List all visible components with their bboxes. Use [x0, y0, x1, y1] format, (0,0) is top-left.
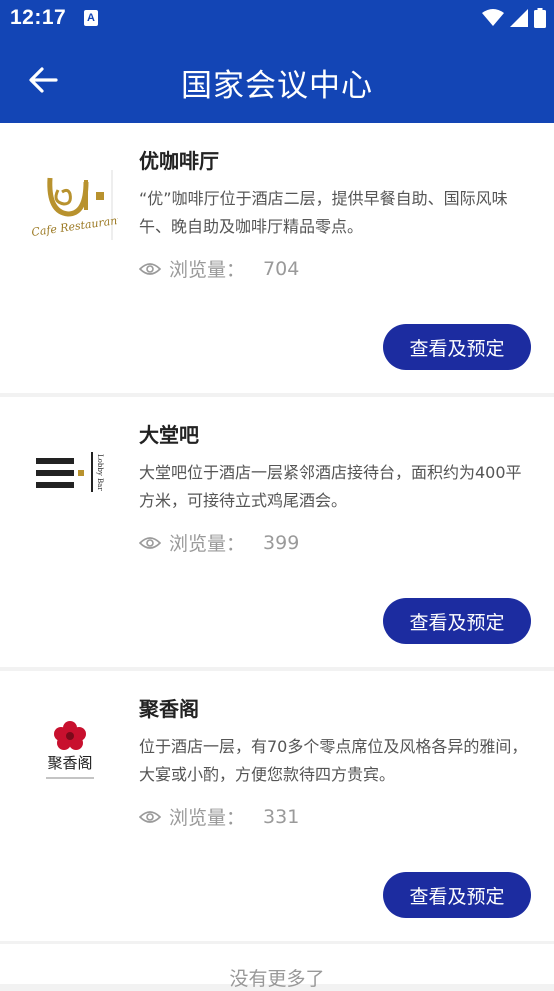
views-count: 331	[263, 805, 300, 828]
views-count: 399	[263, 531, 300, 554]
wifi-icon	[482, 9, 504, 26]
views-row: 浏览量： 331	[139, 803, 299, 830]
venue-card: Cafe Restaurant 优咖啡厅 “优”咖啡厅位于酒店二层，提供早餐自助…	[0, 123, 554, 393]
views-label: 浏览量：	[169, 259, 246, 281]
venue-title: 大堂吧	[139, 423, 199, 447]
app-bar: 国家会议中心	[0, 36, 554, 123]
view-and-book-button[interactable]: 查看及预定	[383, 598, 531, 644]
view-and-book-button[interactable]: 查看及预定	[383, 872, 531, 918]
status-bar: 12:17 A	[0, 0, 554, 36]
eye-icon	[139, 536, 161, 549]
views-row: 浏览量： 399	[139, 529, 299, 556]
a-notification-icon: A	[84, 10, 98, 26]
list-end-text: 没有更多了	[0, 944, 554, 990]
venue-title: 聚香阁	[139, 697, 199, 721]
eye-icon	[139, 810, 161, 823]
venue-description: 位于酒店一层，有70多个零点席位及风格各异的雅间，大宴或小酌，方便您款待四方贵宾…	[139, 737, 528, 784]
battery-icon	[534, 8, 546, 28]
venue-logo-text: Lobby Bar	[96, 454, 104, 491]
venue-logo-text: Cafe Restaurant	[31, 213, 118, 239]
views-label: 浏览量：	[169, 807, 246, 829]
venue-description: 大堂吧位于酒店一层紧邻酒店接待台，面积约为400平方米，可接待立式鸡尾酒会。	[139, 463, 522, 510]
status-time: 12:17	[10, 6, 67, 29]
venue-logo: 聚香阁	[22, 693, 118, 803]
status-icons	[482, 7, 546, 29]
signal-icon	[510, 9, 528, 27]
venue-logo: Cafe Restaurant	[22, 145, 118, 255]
eye-icon	[139, 262, 161, 275]
venue-card: 聚香阁 聚香阁 位于酒店一层，有70多个零点席位及风格各异的雅间，大宴或小酌，方…	[0, 671, 554, 941]
views-count: 704	[263, 257, 300, 280]
page-title: 国家会议中心	[181, 68, 373, 104]
venue-list: Cafe Restaurant 优咖啡厅 “优”咖啡厅位于酒店二层，提供早餐自助…	[0, 123, 554, 945]
view-and-book-button[interactable]: 查看及预定	[383, 324, 531, 370]
venue-logo: Lobby Bar	[22, 419, 118, 529]
venue-description: “优”咖啡厅位于酒店二层，提供早餐自助、国际风味午、晚自助及咖啡厅精品零点。	[139, 189, 508, 236]
views-row: 浏览量： 704	[139, 255, 299, 282]
venue-title: 优咖啡厅	[139, 149, 219, 173]
views-label: 浏览量：	[169, 533, 246, 555]
venue-card: Lobby Bar 大堂吧 大堂吧位于酒店一层紧邻酒店接待台，面积约为400平方…	[0, 397, 554, 667]
venue-logo-text: 聚香阁	[47, 754, 92, 772]
